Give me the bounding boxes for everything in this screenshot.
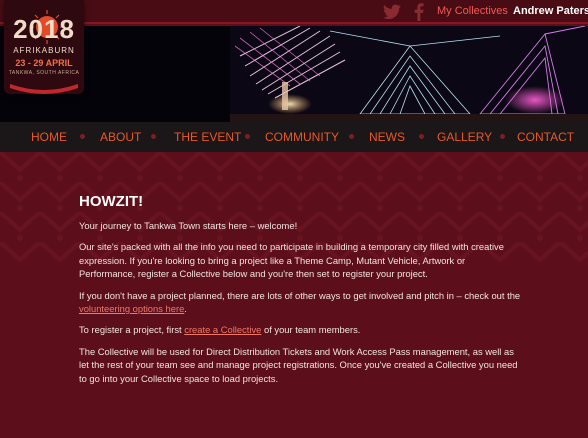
nav-separator bbox=[349, 134, 354, 139]
intro-paragraph: Your journey to Tankwa Town starts here … bbox=[79, 220, 298, 231]
logo-year: 2018 bbox=[13, 14, 75, 44]
volunteering-options-link[interactable]: volunteering options here bbox=[79, 303, 184, 314]
nav-separator bbox=[245, 134, 250, 139]
nav-news[interactable]: NEWS bbox=[369, 130, 405, 144]
user-name[interactable]: Andrew Paterson bbox=[513, 5, 588, 17]
volunteer-paragraph: If you don't have a project planned, the… bbox=[79, 289, 524, 316]
nav-home[interactable]: HOME bbox=[31, 130, 67, 144]
welcome-section: HOWZIT! Your journey to Tankwa Town star… bbox=[79, 193, 524, 393]
nav-separator bbox=[80, 134, 85, 139]
twitter-icon[interactable] bbox=[383, 3, 401, 21]
main-nav: HOME ABOUT THE EVENT COMMUNITY NEWS GALL… bbox=[0, 122, 588, 152]
main-content: HOWZIT! Your journey to Tankwa Town star… bbox=[0, 152, 588, 438]
nav-the-event[interactable]: THE EVENT bbox=[174, 130, 241, 144]
hero-banner bbox=[0, 26, 588, 122]
about-site-paragraph: Our site's packed with all the info you … bbox=[79, 241, 504, 280]
top-bar: My Collectives Andrew Paterson bbox=[0, 0, 588, 24]
nav-gallery[interactable]: GALLERY bbox=[437, 130, 492, 144]
volunteer-text: If you don't have a project planned, the… bbox=[79, 289, 521, 301]
nav-separator bbox=[500, 134, 505, 139]
create-collective-link[interactable]: create a Collective bbox=[184, 324, 261, 335]
hero-artwork-image bbox=[0, 26, 588, 122]
logo-place: TANKWA, SOUTH AFRICA bbox=[8, 70, 80, 76]
register-text-end: of your team members. bbox=[261, 324, 361, 336]
my-collectives-link[interactable]: My Collectives bbox=[437, 5, 508, 17]
page-heading: HOWZIT! bbox=[79, 193, 144, 210]
collective-info-paragraph: The Collective will be used for Direct D… bbox=[79, 345, 518, 384]
nav-about[interactable]: ABOUT bbox=[100, 130, 141, 144]
register-paragraph: To register a project, first create a Co… bbox=[79, 323, 524, 336]
logo-brand: AFRIKABURN bbox=[13, 46, 75, 55]
facebook-icon[interactable] bbox=[410, 3, 428, 21]
nav-separator bbox=[151, 134, 156, 139]
nav-separator bbox=[419, 134, 424, 139]
afrikaburn-logo[interactable]: 2018 AFRIKABURN 23 - 29 APRIL TANKWA, SO… bbox=[4, 0, 84, 94]
register-text: To register a project, first bbox=[79, 324, 185, 336]
nav-contact[interactable]: CONTACT bbox=[517, 130, 574, 144]
logo-dates: 23 - 29 APRIL bbox=[15, 58, 73, 68]
volunteer-text-end: . bbox=[184, 303, 187, 315]
nav-community[interactable]: COMMUNITY bbox=[265, 130, 339, 144]
